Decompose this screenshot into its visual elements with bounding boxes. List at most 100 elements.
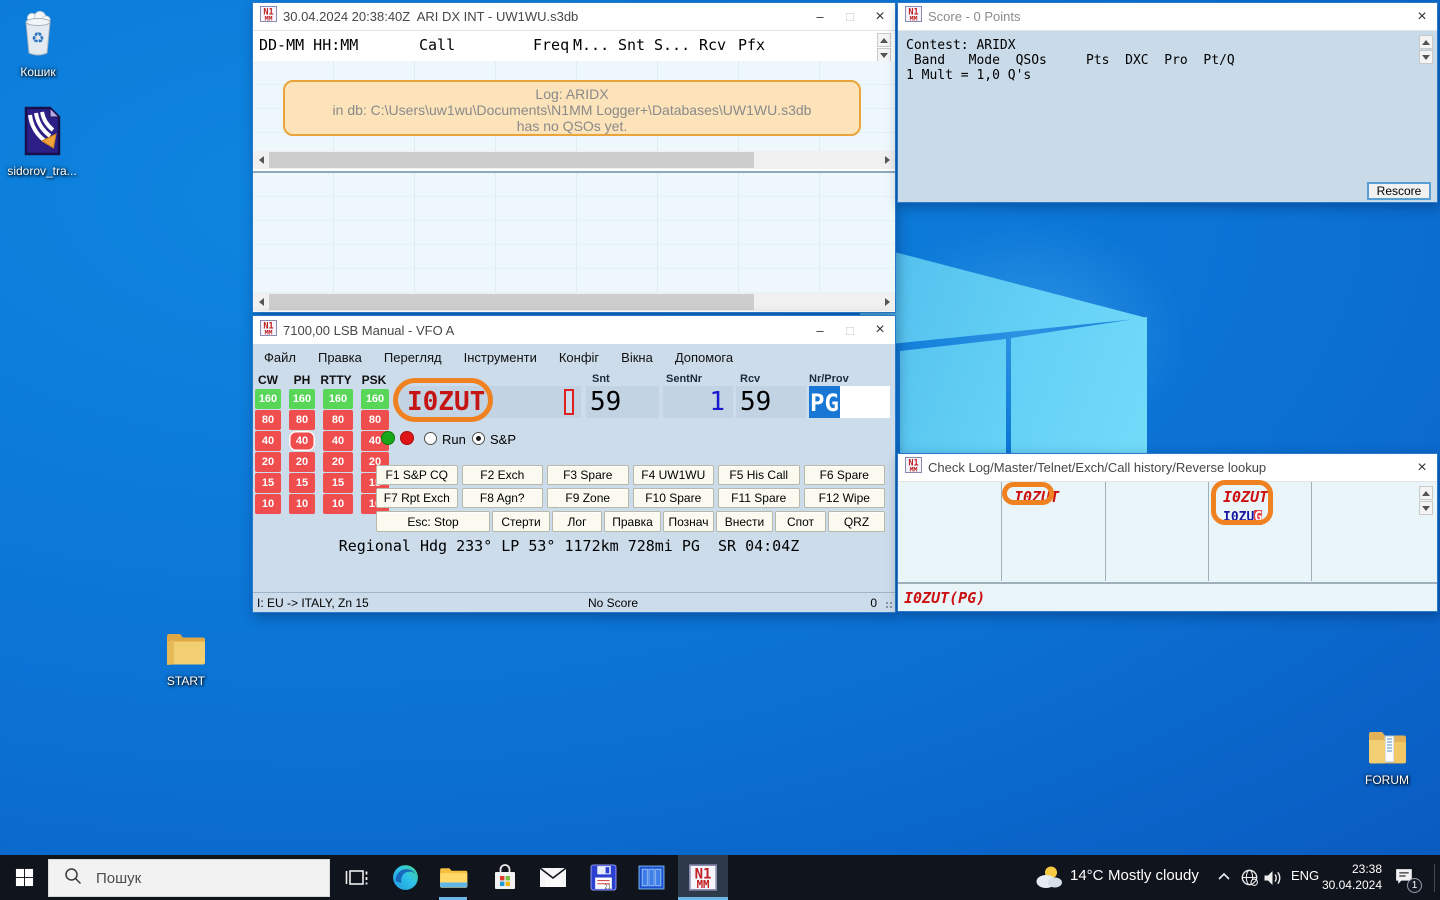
band-button[interactable]: 80 bbox=[361, 410, 389, 430]
col-call[interactable]: Call bbox=[419, 36, 455, 54]
f5-button[interactable]: F5 His Call bbox=[718, 465, 800, 485]
f2-button[interactable]: F2 Exch bbox=[462, 465, 544, 485]
col-rcv[interactable]: Rcv bbox=[699, 36, 726, 54]
network-globe-icon[interactable] bbox=[1240, 868, 1259, 892]
menu-file[interactable]: Файл bbox=[253, 350, 307, 365]
start-button[interactable] bbox=[0, 855, 48, 900]
band-button[interactable]: 20 bbox=[289, 452, 315, 472]
band-button[interactable]: 10 bbox=[323, 494, 353, 514]
rcv-input[interactable]: 59 bbox=[736, 386, 806, 418]
scroll-down-icon[interactable] bbox=[877, 48, 891, 62]
floppy-app-button[interactable]: 21 bbox=[580, 855, 626, 900]
scroll-right-icon[interactable] bbox=[879, 293, 895, 311]
band-button[interactable]: 160 bbox=[289, 389, 315, 409]
menu-help[interactable]: Допомога bbox=[664, 350, 744, 365]
menu-config[interactable]: Конфіг bbox=[548, 350, 610, 365]
log-window-titlebar[interactable]: N1MM 30.04.2024 20:38:40Z ARI DX INT - U… bbox=[253, 3, 895, 31]
entry-window-titlebar[interactable]: N1MM 7100,00 LSB Manual - VFO A – □ × bbox=[253, 316, 895, 344]
band-button[interactable]: 80 bbox=[289, 410, 315, 430]
band-button[interactable]: 20 bbox=[255, 452, 281, 472]
f12-button[interactable]: F12 Wipe bbox=[804, 488, 886, 508]
nrprov-input-rest[interactable] bbox=[840, 386, 890, 418]
store-button[interactable] bbox=[482, 855, 528, 900]
scroll-up-icon[interactable] bbox=[1419, 35, 1433, 49]
resize-grip[interactable] bbox=[885, 601, 893, 609]
col-snt[interactable]: Snt bbox=[618, 36, 645, 54]
band-button[interactable]: 160 bbox=[255, 389, 281, 409]
band-button[interactable]: 15 bbox=[289, 473, 315, 493]
band-button[interactable]: 10 bbox=[289, 494, 315, 514]
f7-button[interactable]: F7 Rpt Exch bbox=[376, 488, 458, 508]
scroll-left-icon[interactable] bbox=[253, 151, 269, 169]
scrollbar-thumb[interactable] bbox=[269, 294, 754, 310]
scroll-down-icon[interactable] bbox=[1419, 50, 1433, 64]
esc-stop-button[interactable]: Esc: Stop bbox=[376, 511, 490, 532]
minimize-button[interactable]: – bbox=[805, 316, 835, 344]
f8-button[interactable]: F8 Agn? bbox=[462, 488, 544, 508]
desktop-icon-recycle-bin[interactable]: ♻ Кошик bbox=[0, 10, 81, 79]
scroll-left-icon[interactable] bbox=[253, 293, 269, 311]
maximize-button[interactable]: □ bbox=[835, 3, 865, 30]
col-mode[interactable]: M... bbox=[573, 36, 609, 54]
scroll-down-icon[interactable] bbox=[1419, 501, 1433, 515]
col-sentnr[interactable]: S... bbox=[654, 36, 690, 54]
tray-weather-text[interactable]: Mostly cloudy bbox=[1108, 867, 1199, 884]
sp-radio[interactable] bbox=[472, 432, 485, 445]
f6-button[interactable]: F6 Spare bbox=[804, 465, 886, 485]
log-button[interactable]: Лог bbox=[552, 511, 602, 532]
tray-chevron-up-icon[interactable] bbox=[1216, 869, 1232, 890]
scrollbar-thumb[interactable] bbox=[269, 152, 754, 168]
weather-icon[interactable] bbox=[1034, 864, 1064, 896]
menu-windows[interactable]: Вікна bbox=[610, 350, 664, 365]
search-input[interactable]: Пошук bbox=[48, 859, 330, 897]
nrprov-input-selected[interactable]: PG bbox=[809, 386, 840, 418]
edit-button[interactable]: Правка bbox=[604, 511, 661, 532]
scroll-right-icon[interactable] bbox=[879, 151, 895, 169]
f1-button[interactable]: F1 S&P CQ bbox=[376, 465, 458, 485]
band-button[interactable]: 10 bbox=[255, 494, 281, 514]
logger-window-button[interactable] bbox=[628, 855, 674, 900]
qrz-button[interactable]: QRZ bbox=[828, 511, 885, 532]
band-button[interactable]: 15 bbox=[323, 473, 353, 493]
band-button[interactable]: 80 bbox=[323, 410, 353, 430]
f9-button[interactable]: F9 Zone bbox=[547, 488, 629, 508]
notification-badge[interactable]: 1 bbox=[1407, 878, 1422, 893]
log-hscrollbar-upper[interactable] bbox=[253, 151, 895, 169]
close-button[interactable]: × bbox=[1407, 3, 1437, 30]
sentnr-input[interactable]: 1 bbox=[663, 386, 733, 418]
close-button[interactable]: × bbox=[865, 316, 895, 344]
check-scroll-arrows[interactable] bbox=[1419, 486, 1434, 515]
col-freq[interactable]: Freq bbox=[533, 36, 569, 54]
n1mm-taskbar-button[interactable]: N1MM bbox=[678, 855, 728, 900]
f10-button[interactable]: F10 Spare bbox=[633, 488, 715, 508]
menu-tools[interactable]: Інструменти bbox=[453, 350, 548, 365]
col-pfx[interactable]: Pfx bbox=[738, 36, 765, 54]
desktop-icon-file[interactable]: sidorov_tra... bbox=[0, 105, 85, 178]
col-datetime[interactable]: DD-MM HH:MM bbox=[259, 36, 358, 54]
wipe-button[interactable]: Стерти bbox=[492, 511, 550, 532]
language-indicator[interactable]: ENG bbox=[1291, 868, 1319, 883]
menu-view[interactable]: Перегляд bbox=[373, 350, 453, 365]
scroll-up-icon[interactable] bbox=[877, 33, 891, 47]
minimize-button[interactable]: – bbox=[805, 3, 835, 30]
store-button[interactable]: Внести bbox=[716, 511, 773, 532]
log-hscrollbar-lower[interactable] bbox=[253, 293, 895, 311]
close-button[interactable]: × bbox=[865, 3, 895, 30]
scroll-up-icon[interactable] bbox=[1419, 486, 1433, 500]
check-window-titlebar[interactable]: N1MM Check Log/Master/Telnet/Exch/Call h… bbox=[898, 454, 1437, 482]
volume-icon[interactable] bbox=[1263, 870, 1283, 891]
maximize-button[interactable]: □ bbox=[835, 316, 865, 344]
f11-button[interactable]: F11 Spare bbox=[718, 488, 800, 508]
score-scroll-arrows[interactable] bbox=[1419, 35, 1434, 64]
band-button[interactable]: 160 bbox=[361, 389, 389, 409]
band-button[interactable]: 15 bbox=[255, 473, 281, 493]
desktop-icon-start-folder[interactable]: START bbox=[143, 630, 229, 688]
rescore-button[interactable]: Rescore bbox=[1367, 182, 1431, 200]
close-button[interactable]: × bbox=[1407, 454, 1437, 481]
edge-browser-button[interactable] bbox=[382, 855, 428, 900]
file-explorer-button[interactable] bbox=[430, 855, 476, 900]
show-desktop-button[interactable] bbox=[1435, 855, 1440, 900]
log-scroll-arrows[interactable] bbox=[877, 33, 892, 62]
task-view-button[interactable] bbox=[334, 855, 380, 900]
menu-edit[interactable]: Правка bbox=[307, 350, 373, 365]
